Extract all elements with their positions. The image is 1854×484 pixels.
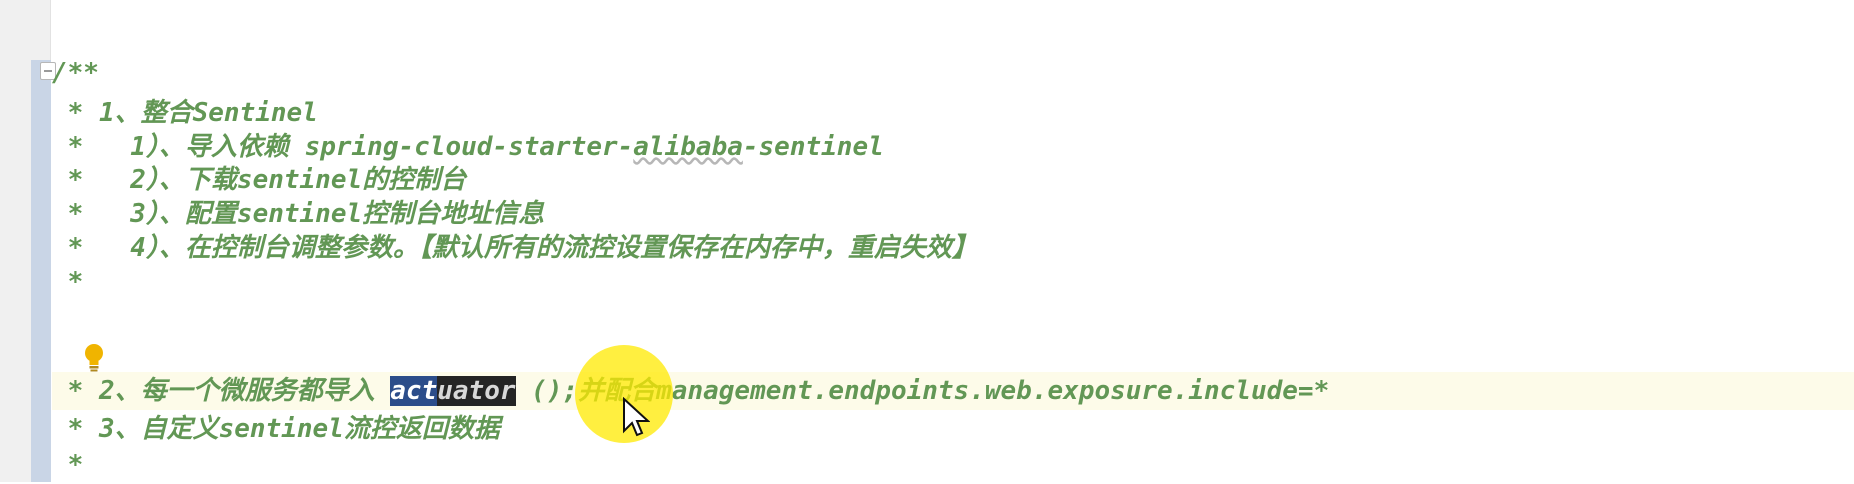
code-line-7: *	[52, 267, 84, 297]
code-line-9: * 3、自定义sentinel流控返回数据	[52, 414, 500, 444]
highlighted-word[interactable]: uator	[437, 376, 516, 406]
code-editor[interactable]: /** * 1、整合Sentinel * 1）、导入依赖 spring-clou…	[52, 0, 1854, 482]
code-line-current: * 2、每一个微服务都导入 actuator ();并配合management.…	[52, 372, 1854, 410]
line3-prefix: * 1）、导入依赖 spring-cloud-starter-	[52, 132, 634, 162]
spelling-squiggle: alibaba	[633, 132, 743, 162]
code-line-6: * 4）、在控制台调整参数。【默认所有的流控设置保存在内存中，重启失效】	[52, 233, 978, 263]
line3-suffix: -sentinel	[742, 132, 884, 162]
code-line-2: * 1、整合Sentinel	[52, 98, 318, 128]
code-line-5: * 3）、配置sentinel控制台地址信息	[52, 199, 545, 229]
code-line-1: /**	[52, 58, 99, 88]
mouse-cursor-icon	[623, 397, 650, 437]
fold-region-strip	[31, 60, 51, 482]
code-line-4: * 2）、下载sentinel的控制台	[52, 165, 467, 195]
text-selection[interactable]: act	[390, 376, 438, 406]
line9-prefix: * 2、每一个微服务都导入	[52, 376, 391, 406]
code-line-10: *	[52, 450, 84, 480]
